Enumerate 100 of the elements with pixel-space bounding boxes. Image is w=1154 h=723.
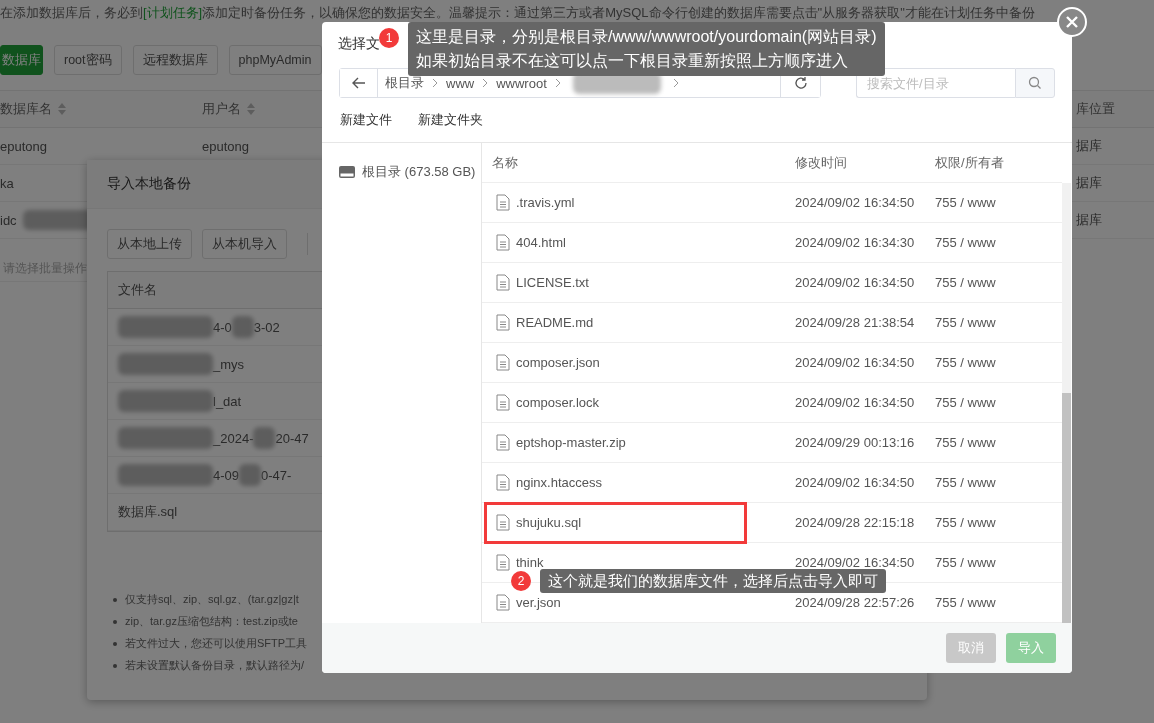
file-icon [496, 194, 510, 211]
file-icon [496, 274, 510, 291]
file-name[interactable]: eptshop-master.zip [516, 435, 626, 450]
table-cell: 4-0 [213, 319, 232, 335]
table-cell: eputong [0, 138, 47, 154]
breadcrumb-link[interactable]: www [446, 75, 475, 91]
column-header: 用户名 [202, 100, 241, 118]
file-name[interactable]: ver.json [516, 595, 561, 610]
table-cell: 4-09 [213, 467, 240, 483]
file-row[interactable]: .travis.yml 2024/09/02 16:34:50 755 / www [482, 183, 1062, 223]
table-cell-text: 755 / www [935, 355, 997, 370]
table-cell-text: 据库 [1075, 211, 1103, 229]
search-button[interactable] [1015, 68, 1055, 98]
file-row[interactable]: composer.lock 2024/09/02 16:34:50 755 / www [482, 383, 1062, 423]
table-cell-text: 2024/09/02 16:34:30 [795, 235, 916, 250]
chevron-icon [554, 78, 561, 88]
table-cell-text: 755 / www [935, 195, 997, 210]
column-header: 库位置 [1075, 100, 1116, 118]
note-text: zip、tar.gz压缩包结构：test.zip或te [125, 614, 298, 629]
chevron-icon [432, 78, 438, 88]
column-header: 数据库名 [0, 100, 52, 118]
file-icon [496, 394, 510, 411]
bullet-icon [113, 663, 117, 668]
file-name[interactable]: 404.html [516, 235, 566, 250]
toolbar-button[interactable]: root密码 [54, 45, 122, 75]
bullet-icon [113, 597, 117, 602]
file-icon [496, 514, 510, 531]
toolbar-button[interactable]: 远程数据库 [132, 45, 218, 75]
file-row[interactable]: nginx.htaccess 2024/09/02 16:34:50 755 / www [482, 463, 1062, 503]
file-icon [496, 234, 510, 251]
refresh-icon [793, 76, 808, 90]
chevron-icon [672, 78, 679, 88]
table-cell-text: 2024/09/02 16:34:50 [795, 355, 916, 370]
file-icon [496, 474, 510, 491]
breadcrumb-link[interactable]: wwwroot [496, 75, 547, 91]
blurred-area [239, 464, 262, 486]
search-field[interactable]: 搜索文件/目录 [856, 68, 1015, 98]
table-cell-text: 2024/09/29 00:13:16 [795, 435, 916, 450]
scrollbar[interactable] [1062, 183, 1071, 623]
file-name[interactable]: shujuku.sql [516, 515, 582, 530]
file-name[interactable]: nginx.htaccess [516, 475, 602, 490]
table-cell: 数据库.sql [118, 503, 178, 521]
table-cell-text: 2024/09/02 16:34:50 [795, 195, 916, 210]
table-cell: l_dat [213, 393, 242, 409]
column-header: 名称 [491, 153, 519, 172]
file-icon [496, 434, 510, 451]
notice-text: 在添加数据库后，务必到[计划任务]添加定时备份任务，以确保您的数据安全。温馨提示：通过第三方或者MySQL命令行创建的数据库需要点击"从服务器获取"才能在计划任务中备份 [0, 4, 1035, 22]
back-button[interactable] [340, 69, 378, 97]
file-name[interactable]: .travis.yml [516, 195, 575, 210]
table-cell-text: 2024/09/28 22:57:26 [795, 595, 916, 610]
breadcrumb-link[interactable]: 根目录 [385, 74, 424, 92]
file-name[interactable]: think [516, 555, 544, 570]
table-cell: 3-02 [253, 319, 280, 335]
file-row[interactable]: shujuku.sql 2024/09/28 22:15:18 755 / www [482, 503, 1062, 543]
table-cell-text: 755 / www [935, 315, 997, 330]
upload-button[interactable]: 从本机导入 [202, 229, 287, 259]
file-icon [496, 314, 510, 331]
chevron-icon [482, 78, 489, 88]
note-text: 若未设置默认备份目录，默认路径为/ [125, 658, 305, 673]
bullet-icon [113, 641, 117, 646]
table-cell-text: 755 / www [935, 555, 997, 570]
close-icon [1065, 15, 1079, 29]
table-cell-text: 据库 [1075, 137, 1103, 155]
search-icon[interactable] [1028, 76, 1042, 90]
dialog-title: 导入本地备份 [107, 175, 191, 193]
note-text: 若文件过大，您还可以使用SFTP工具 [125, 636, 308, 651]
table-cell: 20-47 [275, 430, 309, 446]
table-cell: 0-47- [261, 467, 292, 483]
table-cell-text: 755 / www [935, 275, 997, 290]
upload-button[interactable]: 从本地上传 [107, 229, 192, 259]
blurred-area [231, 316, 254, 338]
file-icon [496, 594, 510, 611]
table-cell: idc [0, 212, 17, 228]
disk-item[interactable]: 根目录 (673.58 GB) [322, 163, 481, 181]
file-name[interactable]: README.md [516, 315, 594, 330]
file-row[interactable]: eptshop-master.zip 2024/09/29 00:13:16 755 / www [482, 423, 1062, 463]
file-name[interactable]: composer.lock [516, 395, 600, 410]
close-button[interactable] [1057, 7, 1087, 37]
table-cell-text: 据库 [1075, 174, 1103, 192]
column-header: 修改时间 [795, 153, 848, 172]
file-row[interactable]: composer.json 2024/09/02 16:34:50 755 / www [482, 343, 1062, 383]
table-cell-text: 2024/09/02 16:34:50 [795, 555, 916, 570]
table-cell-text: 755 / www [935, 235, 997, 250]
file-name[interactable]: LICENSE.txt [516, 275, 589, 290]
table-cell: _mys [213, 356, 245, 372]
column-header: 权限/所有者 [935, 153, 1005, 172]
file-row[interactable]: LICENSE.txt 2024/09/02 16:34:50 755 / www [482, 263, 1062, 303]
column-header: 文件名 [118, 281, 157, 299]
table-cell-text: 755 / www [935, 395, 997, 410]
table-cell-text: 2024/09/02 16:34:50 [795, 275, 916, 290]
file-row[interactable]: 404.html 2024/09/02 16:34:30 755 / www [482, 223, 1062, 263]
toolbar-button[interactable]: phpMyAdmin [228, 45, 322, 75]
file-name[interactable]: composer.json [516, 355, 600, 370]
file-row[interactable]: README.md 2024/09/28 21:38:54 755 / www [482, 303, 1062, 343]
table-cell: ka [0, 175, 14, 191]
dialog-title: 选择文 [338, 35, 380, 53]
table-cell: _2024- [213, 430, 254, 446]
back-arrow-icon [351, 77, 366, 89]
bullet-icon [113, 619, 117, 624]
table-cell-text: 755 / www [935, 595, 997, 610]
